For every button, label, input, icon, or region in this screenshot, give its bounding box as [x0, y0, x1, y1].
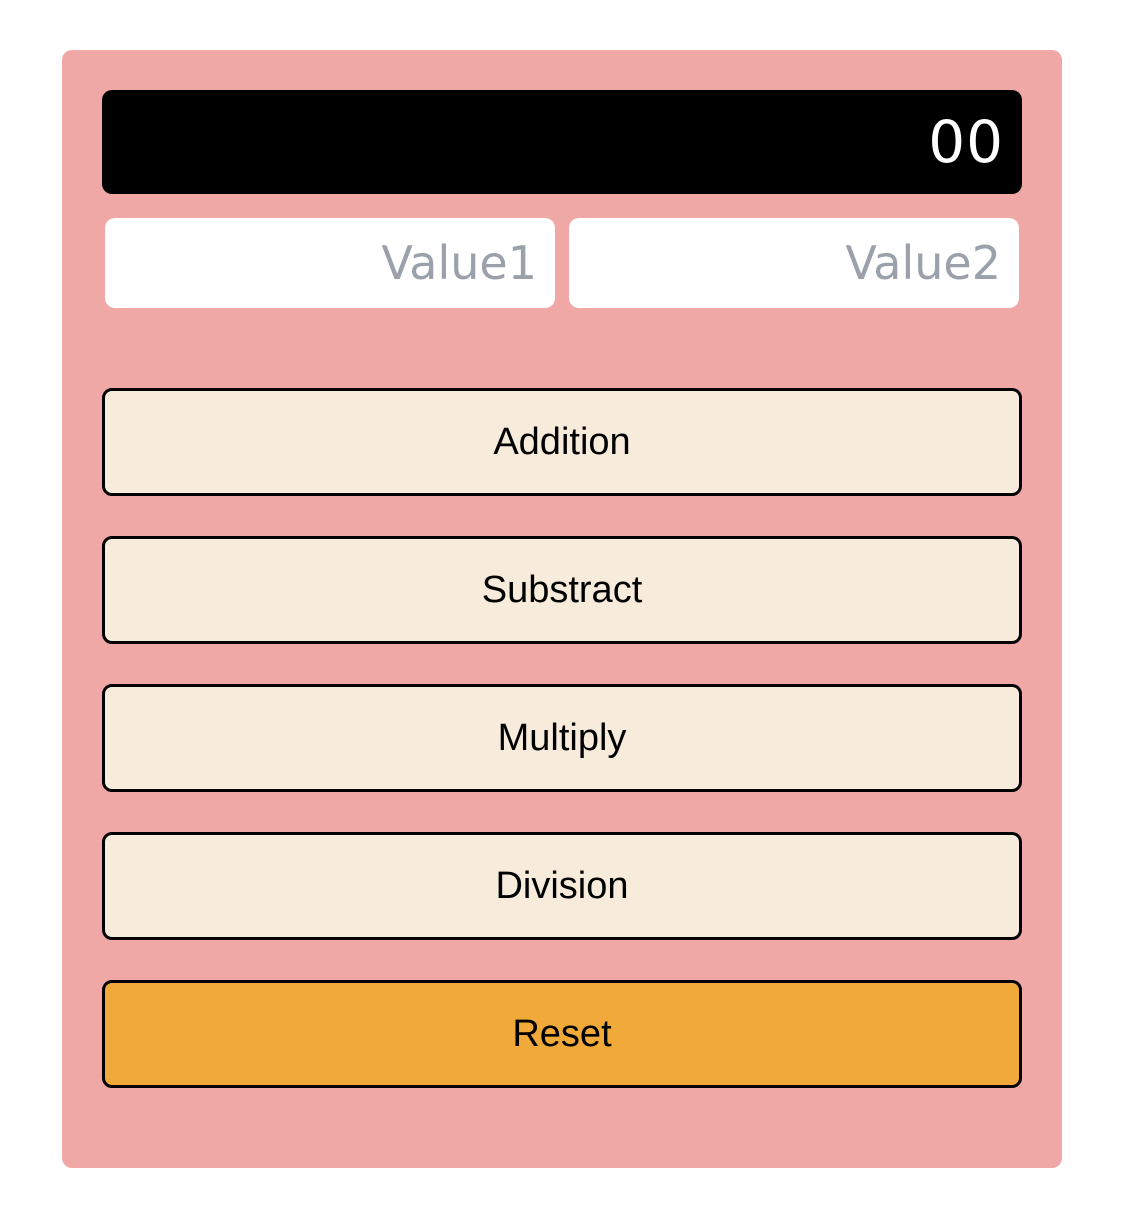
result-display: 00: [102, 90, 1022, 194]
addition-button[interactable]: Addition: [102, 388, 1022, 496]
reset-button[interactable]: Reset: [102, 980, 1022, 1088]
division-button[interactable]: Division: [102, 832, 1022, 940]
value1-input[interactable]: [105, 218, 555, 308]
result-value: 00: [928, 108, 1004, 176]
multiply-button[interactable]: Multiply: [102, 684, 1022, 792]
calculator-panel: 00 Addition Substract Multiply Division …: [62, 50, 1062, 1168]
subtract-button[interactable]: Substract: [102, 536, 1022, 644]
value2-input[interactable]: [569, 218, 1019, 308]
